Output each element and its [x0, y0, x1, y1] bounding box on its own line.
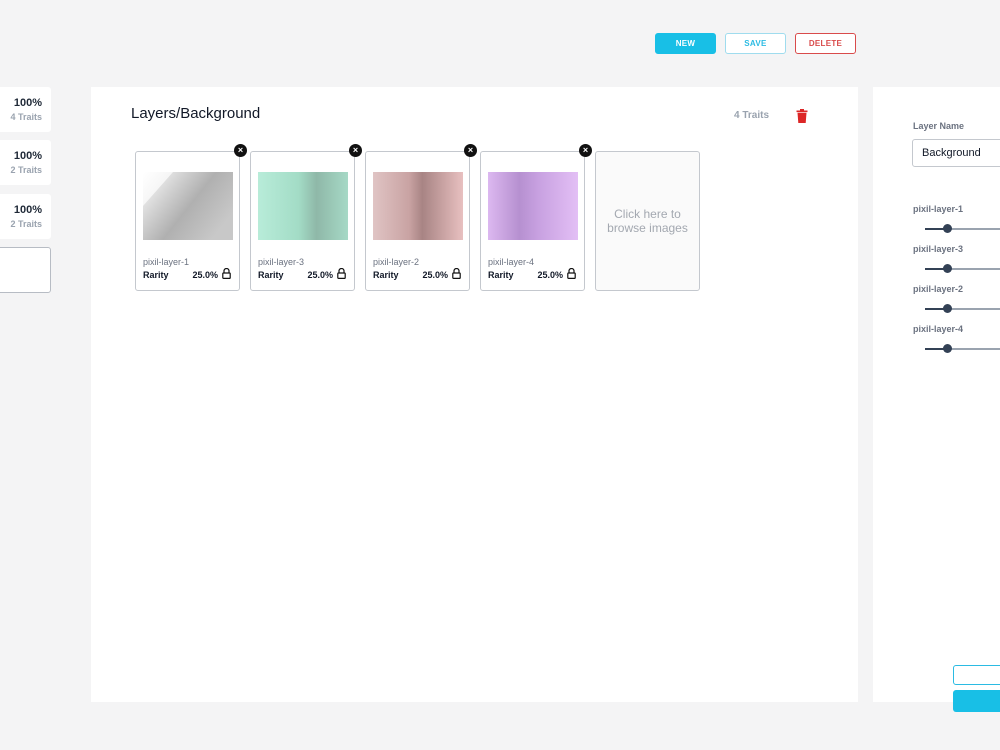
trait-card[interactable]: pixil-layer-4 Rarity 25.0% ×	[480, 144, 592, 291]
add-layer-button[interactable]	[0, 247, 51, 293]
trait-grid: pixil-layer-1 Rarity 25.0% × pixil-layer…	[135, 144, 700, 291]
trait-name: pixil-layer-1	[143, 257, 190, 267]
layer-name-input[interactable]: Background	[912, 139, 1000, 167]
secondary-action-button[interactable]	[953, 665, 1000, 685]
trait-count: 4 Traits	[734, 110, 770, 121]
layer-name-label: Layer Name	[913, 121, 965, 131]
trait-card[interactable]: pixil-layer-2 Rarity 25.0% ×	[365, 144, 477, 291]
lock-icon[interactable]	[337, 268, 346, 279]
layer-editor-panel: Layers/Background 4 Traits pixil-layer-1…	[91, 87, 858, 702]
remove-trait-icon[interactable]: ×	[234, 144, 247, 157]
slider-knob[interactable]	[943, 224, 952, 233]
remove-trait-icon[interactable]: ×	[464, 144, 477, 157]
rarity-label: Rarity	[143, 270, 169, 280]
rarity-value: 25.0%	[422, 270, 448, 280]
layer-list-item[interactable]: 100% 2 Traits	[0, 140, 51, 185]
rarity-slider[interactable]	[925, 304, 1000, 314]
layer-settings-panel: Layer Name Background pixil-layer-1 pixi…	[873, 87, 1000, 712]
slider-label: pixil-layer-4	[913, 324, 964, 334]
trait-name: pixil-layer-2	[373, 257, 420, 267]
layer-trait-count: 2 Traits	[10, 219, 42, 229]
rarity-label: Rarity	[258, 270, 284, 280]
slider-knob[interactable]	[943, 264, 952, 273]
slider-knob[interactable]	[943, 304, 952, 313]
new-button[interactable]: NEW	[655, 33, 716, 54]
toolbar: NEW SAVE DELETE	[655, 33, 856, 54]
trait-card[interactable]: pixil-layer-3 Rarity 25.0% ×	[250, 144, 362, 291]
rarity-slider[interactable]	[925, 224, 1000, 234]
slider-label: pixil-layer-3	[913, 244, 964, 254]
rarity-value: 25.0%	[192, 270, 218, 280]
slider-knob[interactable]	[943, 344, 952, 353]
rarity-label: Rarity	[373, 270, 399, 280]
lock-icon[interactable]	[567, 268, 576, 279]
layer-list-item[interactable]: 100% 4 Traits	[0, 87, 51, 132]
rarity-slider[interactable]	[925, 344, 1000, 354]
rarity-value: 25.0%	[307, 270, 333, 280]
layer-percent: 100%	[13, 150, 42, 162]
trait-thumbnail	[258, 172, 348, 240]
delete-button[interactable]: DELETE	[795, 33, 856, 54]
trait-thumbnail	[488, 172, 578, 240]
page-title: Layers/Background	[131, 105, 261, 122]
primary-action-button[interactable]	[953, 690, 1000, 712]
trait-name: pixil-layer-3	[258, 257, 305, 267]
browse-images-dropzone[interactable]: Click here to browse images	[595, 151, 700, 291]
layer-percent: 100%	[13, 204, 42, 216]
trait-thumbnail	[373, 172, 463, 240]
layer-list-item[interactable]: 100% 2 Traits	[0, 194, 51, 239]
layer-percent: 100%	[13, 97, 42, 109]
lock-icon[interactable]	[452, 268, 461, 279]
trash-icon[interactable]	[796, 109, 808, 123]
rarity-slider[interactable]	[925, 264, 1000, 274]
slider-label: pixil-layer-2	[913, 284, 964, 294]
lock-icon[interactable]	[222, 268, 231, 279]
remove-trait-icon[interactable]: ×	[349, 144, 362, 157]
trait-name: pixil-layer-4	[488, 257, 535, 267]
trait-card[interactable]: pixil-layer-1 Rarity 25.0% ×	[135, 144, 247, 291]
remove-trait-icon[interactable]: ×	[579, 144, 592, 157]
save-button[interactable]: SAVE	[725, 33, 786, 54]
rarity-label: Rarity	[488, 270, 514, 280]
rarity-value: 25.0%	[537, 270, 563, 280]
trait-thumbnail	[143, 172, 233, 240]
layer-trait-count: 2 Traits	[10, 165, 42, 175]
slider-label: pixil-layer-1	[913, 204, 964, 214]
layer-trait-count: 4 Traits	[10, 112, 42, 122]
